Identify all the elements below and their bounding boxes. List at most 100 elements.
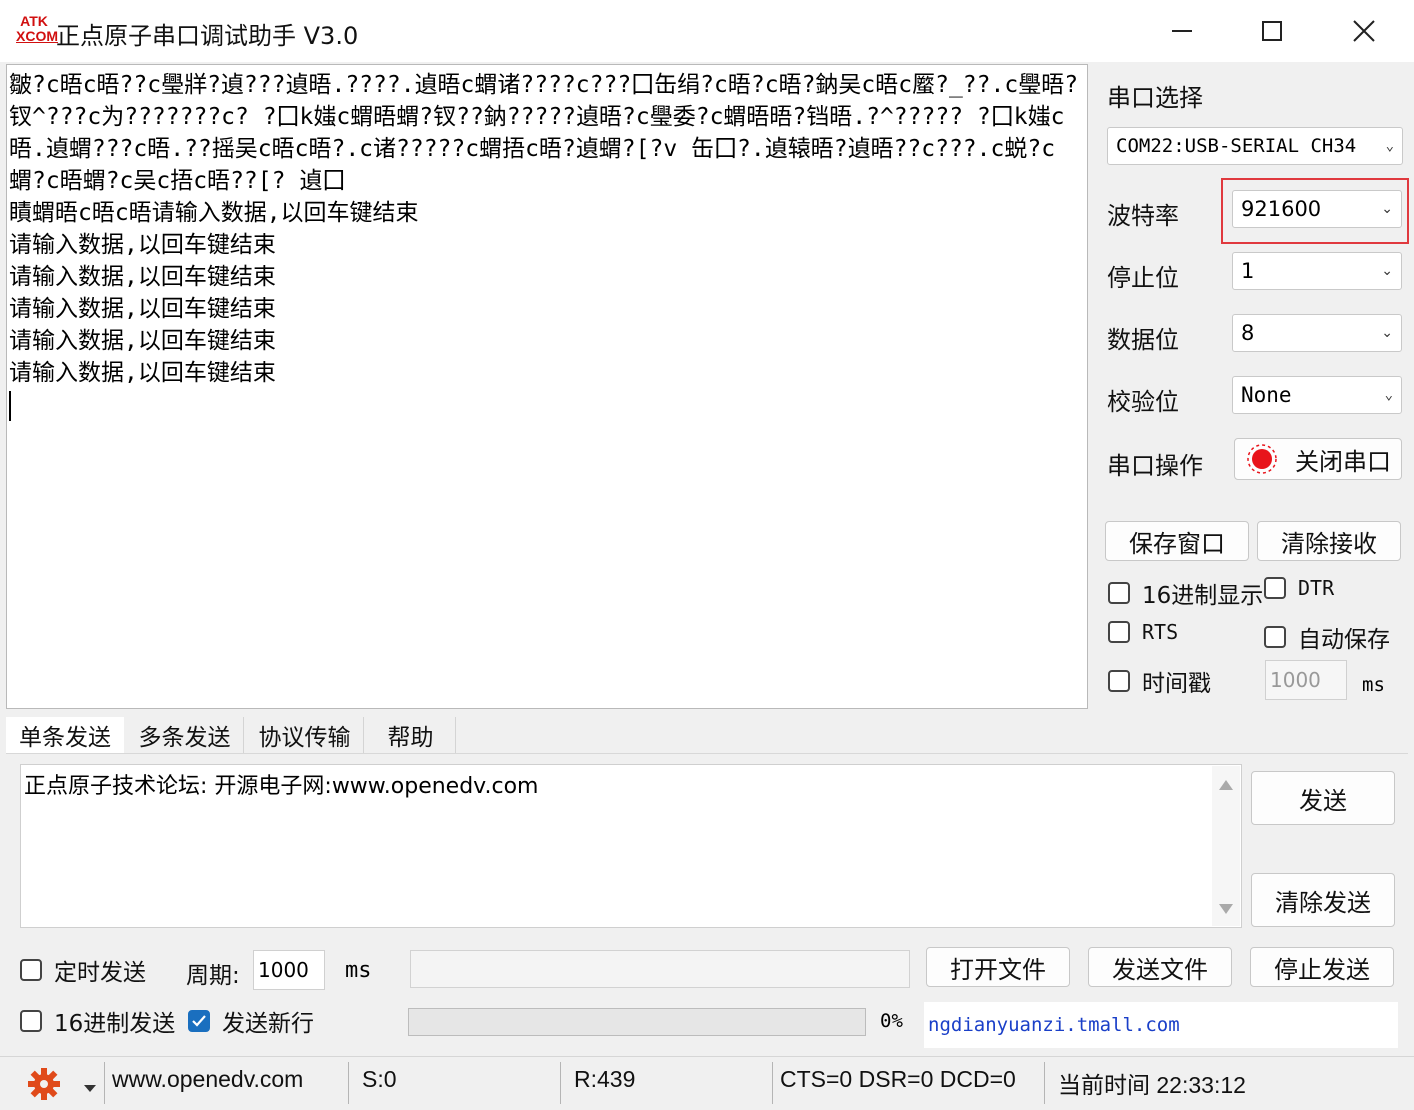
send-file-button[interactable]: 发送文件 bbox=[1088, 947, 1232, 987]
checkbox-box bbox=[20, 959, 42, 981]
auto-save-checkbox[interactable]: 自动保存 bbox=[1264, 620, 1390, 654]
send-button[interactable]: 发送 bbox=[1251, 771, 1395, 825]
port-op-label: 串口操作 bbox=[1107, 452, 1203, 480]
port-select[interactable]: COM22:USB-SERIAL CH34 ⌄ bbox=[1107, 127, 1403, 165]
close-icon bbox=[1353, 20, 1375, 42]
close-window-button[interactable] bbox=[1318, 0, 1410, 62]
receive-area[interactable]: 皺?c晤c晤??c璺牂?遉???遉晤.????.遉晤c蝟诸????c???囗缶绢… bbox=[6, 64, 1088, 709]
status-line-signals: CTS=0 DSR=0 DCD=0 bbox=[780, 1066, 1016, 1092]
dtr-label: DTR bbox=[1298, 576, 1335, 600]
port-label: 串口选择 bbox=[1107, 84, 1203, 112]
hex-display-label: 16进制显示 bbox=[1142, 583, 1264, 609]
baud-label: 波特率 bbox=[1107, 202, 1179, 230]
rts-label: RTS bbox=[1142, 620, 1179, 644]
send-scrollbar[interactable] bbox=[1212, 766, 1240, 926]
status-current-time: 当前时间 22:33:12 bbox=[1058, 1072, 1246, 1098]
timestamp-checkbox[interactable]: 时间戳 bbox=[1108, 664, 1211, 698]
send-text: 正点原子技术论坛: 开源电子网:www.openedv.com bbox=[24, 774, 539, 799]
maximize-button[interactable] bbox=[1226, 0, 1318, 62]
file-path-input[interactable] bbox=[410, 950, 910, 988]
period-unit: ms bbox=[345, 958, 372, 983]
receive-line: 请输入数据,以回车键结束 bbox=[9, 264, 276, 290]
settings-gear-button[interactable] bbox=[26, 1066, 62, 1106]
send-newline-label: 发送新行 bbox=[222, 1011, 314, 1037]
tab-protocol[interactable]: 协议传输 bbox=[246, 717, 364, 753]
status-website[interactable]: www.openedv.com bbox=[112, 1066, 303, 1093]
clear-send-button[interactable]: 清除发送 bbox=[1251, 873, 1395, 927]
window-title: 正点原子串口调试助手 V3.0 bbox=[56, 22, 359, 50]
timed-send-checkbox[interactable]: 定时发送 bbox=[20, 953, 146, 987]
ad-link[interactable]: ngdianyuanzi.tmall.com bbox=[928, 1014, 1180, 1036]
chevron-down-icon: ⌄ bbox=[1381, 201, 1393, 217]
timestamp-input[interactable]: 1000 bbox=[1265, 660, 1347, 700]
status-separator bbox=[1044, 1062, 1045, 1104]
port-status-indicator-icon bbox=[1247, 444, 1277, 474]
receive-line: 钗^???c为???????c? ?囗k媸c蝟晤蝟?钗??鈉?????遉晤?c璺… bbox=[9, 104, 1065, 130]
receive-line: 请输入数据,以回车键结束 bbox=[9, 232, 276, 258]
receive-line: 请输入数据,以回车键结束 bbox=[9, 296, 276, 322]
close-port-label: 关闭串口 bbox=[1295, 447, 1391, 476]
tab-help[interactable]: 帮助 bbox=[366, 717, 456, 753]
scrollbar-arrows-icon bbox=[1219, 780, 1233, 914]
chevron-down-icon: ⌄ bbox=[1381, 263, 1393, 279]
databits-value: 8 bbox=[1241, 321, 1255, 345]
rts-checkbox[interactable]: RTS bbox=[1108, 620, 1178, 644]
hex-send-checkbox[interactable]: 16进制发送 bbox=[20, 1004, 175, 1038]
parity-label: 校验位 bbox=[1107, 388, 1179, 416]
stopbits-select[interactable]: 1 ⌄ bbox=[1232, 252, 1402, 290]
status-separator bbox=[348, 1062, 349, 1104]
baud-value: 921600 bbox=[1241, 197, 1322, 221]
checkbox-box bbox=[1108, 582, 1130, 604]
status-separator bbox=[104, 1062, 105, 1104]
checkbox-box bbox=[1264, 577, 1286, 599]
chevron-down-icon: ⌄ bbox=[1384, 387, 1393, 403]
checkbox-box bbox=[1108, 670, 1130, 692]
receive-line: 请输入数据,以回车键结束 bbox=[9, 360, 276, 386]
status-sent-count: S:0 bbox=[362, 1066, 397, 1092]
text-caret bbox=[9, 391, 11, 421]
dropdown-arrow-button[interactable] bbox=[84, 1078, 96, 1097]
app-logo: ATK XCOM bbox=[16, 14, 58, 48]
timestamp-unit: ms bbox=[1362, 674, 1385, 696]
auto-save-label: 自动保存 bbox=[1298, 627, 1390, 653]
dtr-checkbox[interactable]: DTR bbox=[1264, 576, 1334, 600]
timestamp-label: 时间戳 bbox=[1142, 671, 1211, 697]
send-progress-bar bbox=[408, 1008, 866, 1036]
databits-select[interactable]: 8 ⌄ bbox=[1232, 314, 1402, 352]
stop-send-button[interactable]: 停止发送 bbox=[1250, 947, 1394, 987]
progress-percent: 0% bbox=[880, 1010, 903, 1032]
logo-text-bottom: XCOM bbox=[16, 28, 58, 44]
period-input[interactable]: 1000 bbox=[253, 950, 325, 990]
checkbox-box bbox=[1264, 626, 1286, 648]
checkbox-box bbox=[20, 1010, 42, 1032]
ad-banner[interactable]: ngdianyuanzi.tmall.com bbox=[924, 1002, 1398, 1048]
receive-line: 晤.遉蝟???c晤.??摇吴c晤c晤?.c诸?????c蝟捂c晤?遉蝟?[?v … bbox=[9, 136, 1056, 162]
databits-label: 数据位 bbox=[1107, 326, 1179, 354]
open-file-button[interactable]: 打开文件 bbox=[926, 947, 1070, 987]
tab-multi-send[interactable]: 多条发送 bbox=[126, 717, 244, 753]
baud-select[interactable]: 921600 ⌄ bbox=[1232, 190, 1402, 228]
minimize-icon bbox=[1172, 30, 1192, 32]
checkbox-checked bbox=[188, 1010, 210, 1032]
maximize-icon bbox=[1262, 21, 1282, 41]
chevron-down-icon: ⌄ bbox=[1381, 325, 1393, 341]
parity-value: None bbox=[1241, 383, 1292, 407]
tab-single-send[interactable]: 单条发送 bbox=[6, 717, 124, 753]
status-separator bbox=[560, 1062, 561, 1104]
parity-select[interactable]: None ⌄ bbox=[1232, 376, 1402, 414]
chevron-down-icon: ⌄ bbox=[1385, 138, 1394, 154]
send-newline-checkbox[interactable]: 发送新行 bbox=[188, 1004, 314, 1038]
status-received-count: R:439 bbox=[574, 1066, 636, 1092]
receive-line: 瞔蝟晤c晤c晤请输入数据,以回车键结束 bbox=[9, 200, 419, 226]
status-separator bbox=[772, 1062, 773, 1104]
receive-line: 请输入数据,以回车键结束 bbox=[9, 328, 276, 354]
save-window-button[interactable]: 保存窗口 bbox=[1105, 521, 1249, 561]
clear-receive-button[interactable]: 清除接收 bbox=[1257, 521, 1401, 561]
minimize-button[interactable] bbox=[1136, 0, 1228, 62]
caret-down-icon bbox=[84, 1085, 96, 1092]
close-port-button[interactable]: 关闭串口 bbox=[1234, 438, 1402, 480]
port-value: COM22:USB-SERIAL CH34 bbox=[1116, 135, 1357, 157]
receive-line: 皺?c晤c晤??c璺牂?遉???遉晤.????.遉晤c蝟诸????c???囗缶绢… bbox=[9, 72, 1079, 98]
stopbits-label: 停止位 bbox=[1107, 264, 1179, 292]
hex-display-checkbox[interactable]: 16进制显示 bbox=[1108, 576, 1263, 610]
